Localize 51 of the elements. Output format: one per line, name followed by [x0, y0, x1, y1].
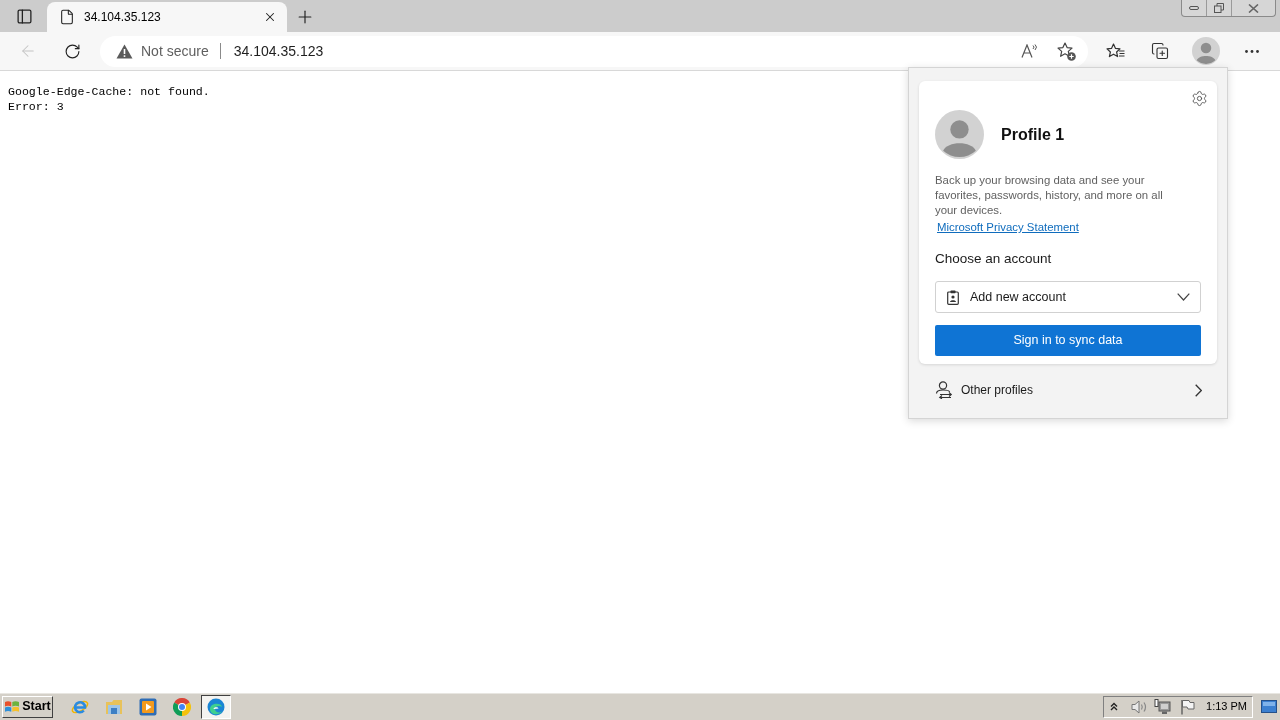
profile-name: Profile 1	[1001, 124, 1065, 145]
folder-icon	[105, 698, 123, 715]
browser-tab[interactable]: 34.104.35.123	[47, 2, 287, 32]
choose-account-label: Choose an account	[935, 250, 1052, 268]
page-icon	[59, 9, 75, 25]
privacy-statement-link[interactable]: Microsoft Privacy Statement	[937, 220, 1079, 235]
close-icon	[263, 10, 277, 24]
close-icon	[1248, 3, 1259, 13]
more-dots-icon	[1245, 49, 1259, 53]
desktop-screen-icon	[1261, 700, 1277, 713]
taskbar-app-button[interactable]	[201, 694, 231, 719]
wave-logo-icon	[207, 697, 225, 716]
show-desktop-button[interactable]	[1260, 697, 1278, 716]
switch-profile-icon	[935, 381, 953, 399]
sync-description: Back up your browsing data and see your favorites, passwords, history, and more on all your devices.	[935, 173, 1164, 218]
chevron-right-icon	[1195, 383, 1202, 397]
volume-button[interactable]	[1130, 697, 1149, 716]
address-bar[interactable]: Not secure 34.104.35.123	[100, 35, 1088, 67]
star-list-icon	[1105, 43, 1125, 59]
chevron-down-icon	[1177, 293, 1190, 302]
restore-icon	[1214, 3, 1224, 13]
ring-logo-icon	[173, 697, 191, 716]
other-profiles-button[interactable]: Other profiles	[909, 364, 1227, 416]
clock-time: 1:13 PM	[1206, 699, 1247, 715]
refresh-icon	[63, 42, 81, 60]
url-field[interactable]: 34.104.35.123	[233, 40, 1016, 62]
sign-in-button[interactable]: Sign in to sync data	[935, 325, 1201, 357]
profile-avatar-icon	[935, 110, 984, 159]
id-badge-icon	[947, 289, 959, 305]
read-aloud-icon	[1021, 44, 1039, 58]
site-info-button[interactable]: Not secure	[116, 39, 209, 63]
star-plus-icon	[1056, 41, 1076, 61]
settings-icon	[1190, 89, 1208, 107]
flag-logo-icon	[4, 699, 21, 714]
page-text-line: Google-Edge-Cache: not found.	[8, 84, 210, 99]
minimize-icon	[1189, 6, 1199, 10]
action-center-button[interactable]	[1178, 697, 1197, 716]
double-caret-up-icon	[1110, 702, 1119, 711]
sidebar-panel-icon	[15, 7, 33, 25]
page-text-line: Error: 3	[8, 99, 64, 114]
network-button[interactable]	[1153, 697, 1172, 716]
network-computer-icon	[1153, 698, 1171, 715]
account-select[interactable]: Add new account	[935, 281, 1201, 314]
copy-plus-icon	[1151, 42, 1169, 60]
flag-icon	[1179, 698, 1195, 715]
speaker-icon	[1130, 699, 1148, 714]
profile-button[interactable]	[1192, 37, 1220, 65]
avatar-icon	[1192, 37, 1220, 65]
start-button[interactable]: Start	[2, 695, 53, 718]
play-tile-icon	[139, 697, 157, 716]
warning-icon	[116, 43, 133, 59]
